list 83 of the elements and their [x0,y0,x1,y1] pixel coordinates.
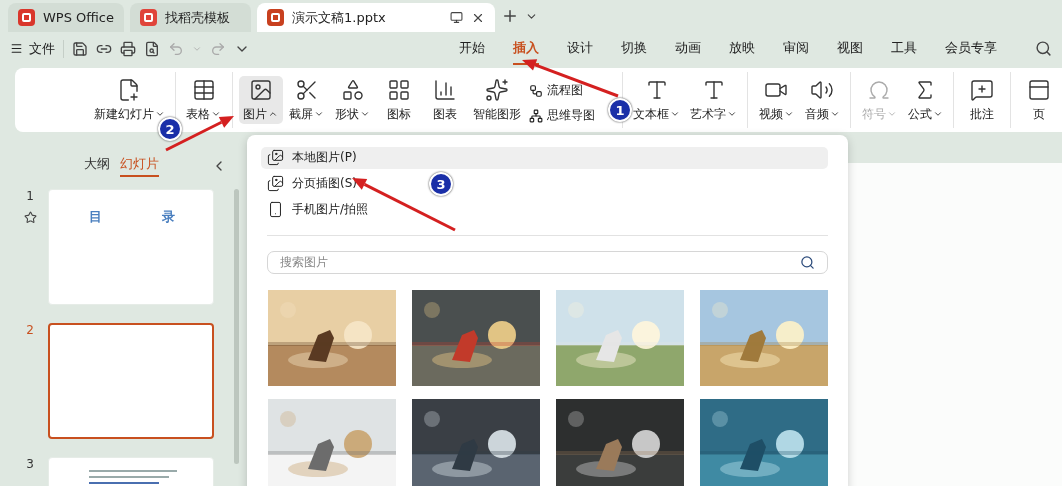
search-icon[interactable] [800,255,815,271]
header-icon [1027,77,1051,102]
caret-icon [886,109,897,119]
save-icon[interactable] [72,40,88,57]
slide-thumbnail[interactable]: 目 录 [48,189,214,305]
ribbon-tab[interactable]: 设计 [567,32,593,65]
ribbon-tab[interactable]: 会员专享 [945,32,997,65]
caret-icon [727,109,738,119]
ribbon-button[interactable]: 页 [1017,76,1061,124]
caret-icon [829,109,840,119]
ribbon-button[interactable]: 流程图 [529,82,596,99]
ribbon-tab[interactable]: 审阅 [783,32,809,65]
search-icon[interactable] [1035,40,1052,57]
ribbon-button[interactable]: 文本框 [629,76,685,124]
ribbon-button[interactable]: 批注 [960,76,1004,124]
slide-number: 1 [26,189,34,203]
slide-title: 录 [162,208,175,226]
image-icon [248,77,273,102]
flowchart-icon [529,83,544,98]
ribbon-tab[interactable]: 切换 [621,32,647,65]
slide-thumbnail[interactable] [48,323,214,439]
ribbon-button[interactable]: 图标 [376,76,421,124]
menu-item[interactable]: 手机图片/拍照 [261,198,375,221]
ribbon-button[interactable]: 音频 [800,76,844,124]
grid-icon [386,77,411,102]
new-tab-icon[interactable] [501,7,519,25]
bar-chart-icon [432,77,457,102]
network-icon [529,108,544,123]
caret-icon [154,109,165,119]
ribbon-button[interactable]: 智能图形 [468,76,525,124]
menu-item[interactable]: 本地图片(P) [261,147,828,169]
sparkle-icon [484,77,509,102]
menu-icon [10,42,23,55]
star-icon[interactable] [23,211,37,224]
ribbon-tab[interactable]: 工具 [891,32,917,65]
app-logo-icon [140,9,157,26]
caret-icon [360,109,371,119]
caret-icon [783,109,794,119]
ribbon-tab[interactable]: 视图 [837,32,863,65]
monitor-icon[interactable] [450,11,463,24]
panel-tab[interactable]: 幻灯片 [120,155,159,177]
caret-icon [932,109,943,119]
ribbon-button[interactable]: 表格 [181,76,226,124]
window-tab[interactable]: WPS Office [8,3,124,32]
ribbon-button[interactable]: 思维导图 [529,107,596,124]
file-menu[interactable]: 文件 [10,39,64,58]
ribbon-button[interactable]: 公式 [903,76,947,124]
shapes-icon [340,77,365,102]
app-logo-icon [18,9,35,26]
phone-icon [267,201,284,219]
caret-icon [211,109,222,119]
comment-icon [970,77,994,102]
slide-title: 目 [89,208,102,226]
panel-tab[interactable]: 大纲 [84,155,110,177]
ribbon-button[interactable]: 视频 [754,76,798,124]
slide-number: 3 [26,457,34,471]
slide-number: 2 [26,323,34,337]
ribbon-button[interactable]: 形状 [330,76,375,124]
ribbon-tab[interactable]: 放映 [729,32,755,65]
step-number: 2 [158,117,182,141]
search-field[interactable]: 搜索图片 [267,251,828,274]
ribbon-button[interactable]: 图表 [422,76,467,124]
ribbon-tab[interactable]: 开始 [459,32,485,65]
scrollbar[interactable] [234,189,239,464]
print-icon[interactable] [120,40,136,57]
window-tab[interactable]: 演示文稿1.pptx [257,3,495,32]
tab-title: 演示文稿1.pptx [292,8,386,27]
table-icon [191,77,216,102]
app-logo-icon [267,9,284,26]
window-tab[interactable]: 找稻壳模板 [130,3,251,32]
tab-title: WPS Office [42,10,114,25]
ribbon-button[interactable]: 艺术字 [686,76,741,124]
caret-icon [670,109,681,119]
image-icon [267,149,284,167]
tab-title: 找稻壳模板 [165,8,230,27]
print-preview-icon[interactable] [144,40,160,57]
menu-item[interactable]: 分页插图(S) [261,172,363,195]
ribbon-button[interactable]: 图片 [238,76,283,124]
image-stack-icon [267,175,284,193]
caret-icon [314,109,325,119]
caret-icon [268,109,279,119]
ribbon-button[interactable]: 截屏 [284,76,329,124]
ribbon-tab[interactable]: 动画 [675,32,701,65]
